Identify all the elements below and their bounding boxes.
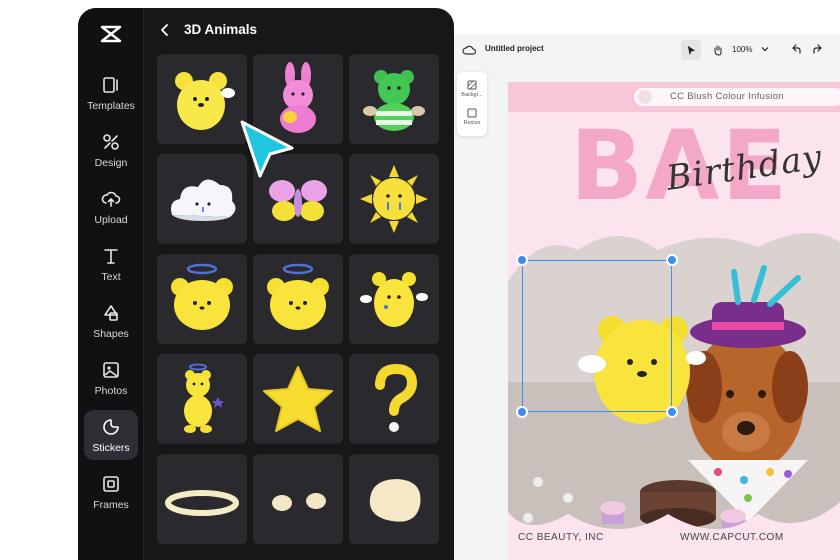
blob-sticker <box>369 479 421 522</box>
rail-item-photos[interactable]: Photos <box>84 353 138 403</box>
sticker-tile[interactable] <box>157 254 247 344</box>
sticker-tile[interactable] <box>157 454 247 544</box>
stickers-icon <box>103 418 119 435</box>
sticker-tile[interactable] <box>349 354 439 444</box>
background-tool[interactable]: Backgr... <box>457 80 487 98</box>
rail-item-stickers[interactable]: Stickers <box>84 410 138 460</box>
sticker-tile[interactable] <box>253 254 343 344</box>
winged-bear-sticker <box>360 272 428 327</box>
ears-sticker <box>272 493 326 511</box>
halo-bear-sticker-2 <box>267 263 329 330</box>
cloud-sync-icon[interactable] <box>462 43 476 57</box>
sticker-content: 3D Animals <box>144 8 454 560</box>
resize-icon <box>467 108 477 118</box>
green-bear-sticker <box>363 70 425 131</box>
sticker-tile[interactable] <box>349 54 439 144</box>
halo-bear-sticker <box>171 263 233 330</box>
rail-label: Templates <box>87 99 135 112</box>
side-rail: Templates Design Upload Text Shapes Phot… <box>78 8 144 560</box>
hand-icon <box>714 45 722 56</box>
pointer-icon <box>687 45 695 55</box>
question-mark-sticker <box>375 363 418 432</box>
upload-icon <box>101 191 121 207</box>
rail-item-text[interactable]: Text <box>84 239 138 289</box>
star-sticker <box>263 366 333 432</box>
stage: Templates Design Upload Text Shapes Phot… <box>0 0 840 560</box>
background-icon <box>467 80 477 90</box>
panel-title: 3D Animals <box>184 22 258 37</box>
rail-label: Text <box>101 270 121 283</box>
editor-topbar: Untitled project 100% <box>454 34 840 66</box>
sticker-tile[interactable] <box>349 154 439 244</box>
select-tool-button[interactable] <box>681 40 701 60</box>
templates-icon <box>103 76 118 93</box>
resize-label: Resize <box>463 120 481 126</box>
rail-item-templates[interactable]: Templates <box>84 68 138 118</box>
photos-icon <box>103 361 119 378</box>
resize-tool[interactable]: Resize <box>457 108 487 126</box>
rail-item-frames[interactable]: Frames <box>84 467 138 517</box>
rail-item-design[interactable]: Design <box>84 125 138 175</box>
shapes-icon <box>104 304 118 321</box>
selection-box[interactable] <box>516 254 678 418</box>
sticker-tile[interactable] <box>253 454 343 544</box>
rail-item-upload[interactable]: Upload <box>84 182 138 232</box>
poster-footer-left[interactable]: CC BEAUTY, INC <box>518 532 604 543</box>
sticker-grid <box>157 54 439 544</box>
cloud-sticker <box>171 179 236 221</box>
poster-footer-right[interactable]: WWW.CAPCUT.COM <box>680 532 784 543</box>
zoom-level[interactable]: 100% <box>732 45 752 54</box>
sticker-tile[interactable] <box>253 354 343 444</box>
sticker-tile[interactable] <box>349 454 439 544</box>
chevron-left-icon[interactable] <box>158 23 172 37</box>
rail-item-shapes[interactable]: Shapes <box>84 296 138 346</box>
sticker-tile[interactable] <box>157 154 247 244</box>
resize-handle[interactable] <box>516 406 528 418</box>
resize-handle[interactable] <box>666 406 678 418</box>
sticker-panel: Templates Design Upload Text Shapes Phot… <box>78 8 454 560</box>
ring-sticker <box>165 490 239 516</box>
project-name[interactable]: Untitled project <box>485 44 544 53</box>
capcut-logo[interactable] <box>99 22 123 46</box>
frames-icon <box>103 475 119 492</box>
sun-sticker <box>360 165 428 233</box>
yellow-bear-sticker <box>175 72 235 130</box>
undo-icon[interactable] <box>790 43 802 55</box>
resize-handle[interactable] <box>516 254 528 266</box>
canvas-side-tools: Backgr... Resize <box>457 72 487 136</box>
resize-handle[interactable] <box>666 254 678 266</box>
sticker-tile[interactable] <box>157 54 247 144</box>
redo-icon[interactable] <box>812 43 824 55</box>
hand-tool-button[interactable] <box>708 40 728 60</box>
panel-header: 3D Animals <box>158 22 257 37</box>
sticker-tile[interactable] <box>157 354 247 444</box>
text-icon <box>104 248 118 264</box>
angel-bear-sticker <box>184 363 224 433</box>
background-label: Backgr... <box>461 92 483 98</box>
rail-label: Frames <box>93 498 129 511</box>
rail-label: Photos <box>94 384 128 397</box>
editor-canvas-area: Untitled project 100% Backgr... Resize C… <box>454 34 840 560</box>
rail-label: Stickers <box>92 441 130 454</box>
pointer-cursor-icon <box>240 120 294 178</box>
rail-label: Shapes <box>93 327 129 340</box>
design-icon <box>103 133 119 150</box>
sticker-tile[interactable] <box>349 254 439 344</box>
rail-label: Design <box>94 156 128 169</box>
rail-label: Upload <box>94 213 128 226</box>
chevron-down-icon[interactable] <box>760 44 770 54</box>
